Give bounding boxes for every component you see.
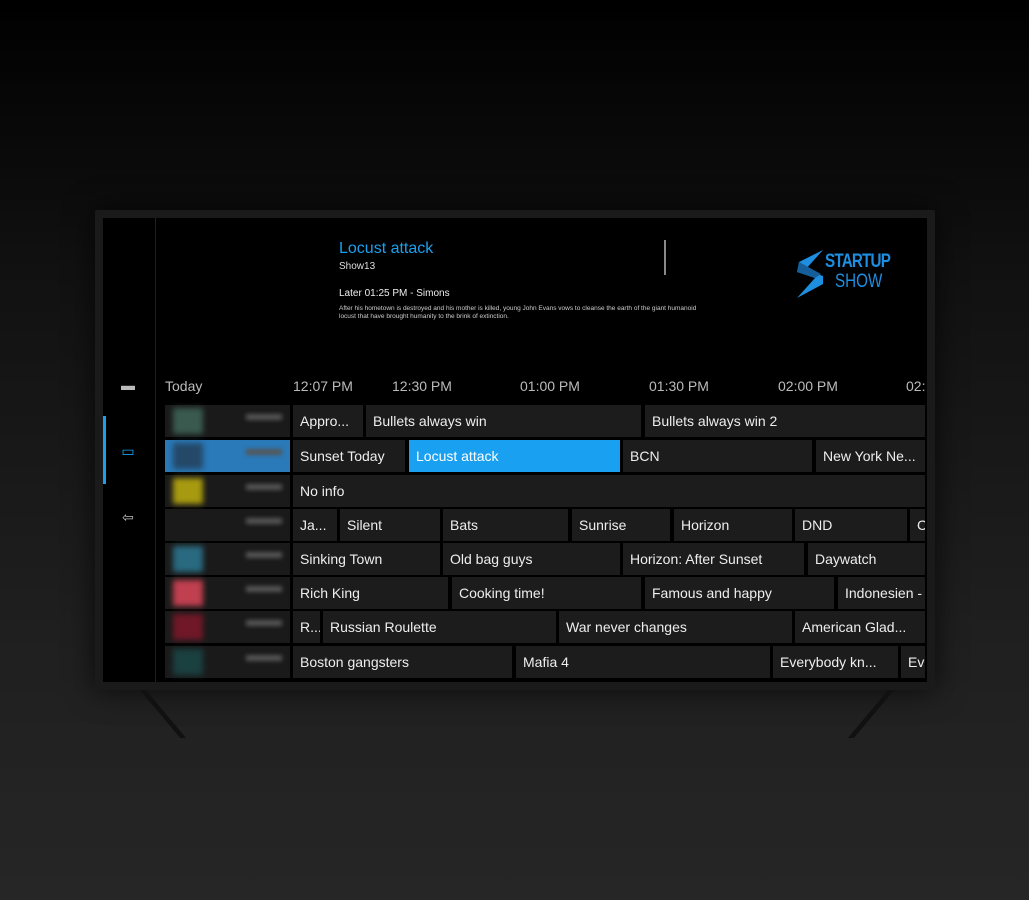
program-cell[interactable]: Sunset Today (293, 440, 405, 472)
program-cell[interactable]: Rich King (293, 577, 448, 609)
program-cell[interactable]: Sinking Town (293, 543, 440, 575)
time-label: 01:00 PM (520, 378, 580, 394)
channel-cell[interactable] (165, 509, 290, 541)
channel-logo (173, 649, 203, 675)
channel-name (246, 484, 282, 490)
program-cell[interactable]: Old bag guys (443, 543, 620, 575)
program-cell[interactable]: Bats (443, 509, 568, 541)
program-title: Locust attack (339, 240, 434, 257)
channel-cell[interactable] (165, 405, 290, 437)
channel-logo (173, 614, 203, 640)
program-cell[interactable]: BCN (623, 440, 812, 472)
program-cell[interactable]: C (910, 509, 925, 541)
program-cell[interactable]: Silent (340, 509, 440, 541)
channel-name (246, 449, 282, 455)
program-subtitle: Show13 (339, 261, 376, 272)
active-indicator (103, 416, 106, 484)
program-cell[interactable]: Cooking time! (452, 577, 641, 609)
channel-logo (173, 580, 203, 606)
program-cell[interactable]: Daywatch (808, 543, 925, 575)
channel-logo (173, 512, 203, 538)
program-cell[interactable]: Ja... (293, 509, 337, 541)
channel-logo (173, 408, 203, 434)
program-cell[interactable]: Indonesien - (838, 577, 925, 609)
tv-stand-right (847, 690, 895, 738)
channel-name (246, 586, 282, 592)
tv-screen: ▬ ▭ ⇦ Locust attack Show13 Later 01:25 P… (103, 218, 927, 682)
time-label: 12:30 PM (392, 378, 452, 394)
program-cell[interactable]: Russian Roulette (323, 611, 556, 643)
program-cell[interactable]: Boston gangsters (293, 646, 512, 678)
time-label: 02: (906, 378, 926, 394)
channel-name (246, 518, 282, 524)
day-label: Today (165, 378, 203, 394)
divider (664, 240, 666, 275)
channel-name (246, 414, 282, 420)
logo-text: STARTUP (825, 251, 891, 272)
tv-stand-left (139, 690, 187, 738)
program-description: After his hometown is destroyed and his … (339, 305, 697, 320)
sidebar: ▬ ▭ ⇦ (103, 218, 156, 682)
channel-logo (173, 478, 203, 504)
time-label: 02:00 PM (778, 378, 838, 394)
channel-cell[interactable] (165, 475, 290, 507)
channel-cell[interactable] (165, 646, 290, 678)
logo-text: SHOW (835, 271, 883, 292)
startup-show-logo: STARTUP SHOW (793, 248, 903, 300)
program-cell[interactable]: Bullets always win (366, 405, 641, 437)
tv-icon[interactable]: ▬ (119, 378, 137, 392)
logo-s-icon (797, 250, 823, 298)
program-cell[interactable]: R... (293, 611, 320, 643)
program-cell[interactable]: Famous and happy (645, 577, 834, 609)
time-label: 12:07 PM (293, 378, 353, 394)
program-cell[interactable]: Mafia 4 (516, 646, 770, 678)
channel-logo (173, 546, 203, 572)
program-cell[interactable]: Horizon (674, 509, 792, 541)
channel-name (246, 620, 282, 626)
channel-cell[interactable] (165, 543, 290, 575)
channel-cell[interactable] (165, 577, 290, 609)
channel-name (246, 655, 282, 661)
program-cell[interactable]: Horizon: After Sunset (623, 543, 804, 575)
channel-logo (173, 443, 203, 469)
exit-icon[interactable]: ⇦ (119, 510, 137, 524)
program-cell[interactable]: New York Ne... (816, 440, 925, 472)
program-cell[interactable]: American Glad... (795, 611, 925, 643)
program-cell[interactable]: Bullets always win 2 (645, 405, 925, 437)
program-cell[interactable]: DND (795, 509, 907, 541)
time-label: 01:30 PM (649, 378, 709, 394)
program-cell[interactable]: No info (293, 475, 925, 507)
channel-cell[interactable] (165, 611, 290, 643)
program-cell[interactable]: Locust attack (409, 440, 620, 472)
program-cell[interactable]: Everybody kn... (773, 646, 898, 678)
program-cell[interactable]: Sunrise (572, 509, 670, 541)
program-cell[interactable]: War never changes (559, 611, 792, 643)
next-program: Later 01:25 PM - Simons (339, 288, 450, 299)
program-cell[interactable]: Ev (901, 646, 925, 678)
live-tv-icon[interactable]: ▭ (119, 444, 137, 458)
program-cell[interactable]: Appro... (293, 405, 363, 437)
channel-name (246, 552, 282, 558)
channel-cell[interactable] (165, 440, 290, 472)
